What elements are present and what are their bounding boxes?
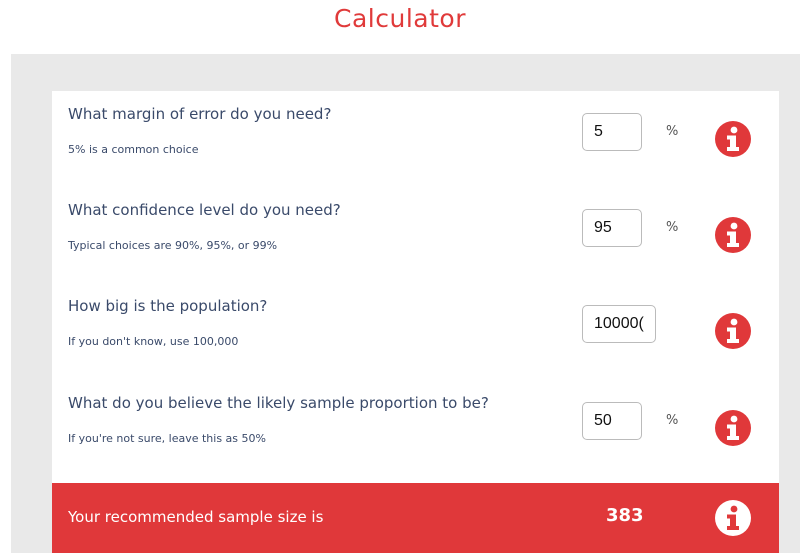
result-label: Your recommended sample size is <box>68 508 324 526</box>
question-label: What confidence level do you need? <box>68 201 341 219</box>
margin-of-error-input[interactable] <box>582 113 642 151</box>
info-icon[interactable] <box>715 217 751 253</box>
info-icon[interactable] <box>715 500 751 536</box>
population-row: How big is the population? If you don't … <box>52 283 779 373</box>
question-label: What do you believe the likely sample pr… <box>68 394 489 412</box>
sample-proportion-input[interactable] <box>582 402 642 440</box>
hint-text: If you don't know, use 100,000 <box>68 335 239 348</box>
percent-unit: % <box>666 220 679 235</box>
percent-unit: % <box>666 413 679 428</box>
calculator-panel: What margin of error do you need? 5% is … <box>52 91 779 483</box>
population-input[interactable] <box>582 305 656 343</box>
percent-unit: % <box>666 124 679 139</box>
question-label: What margin of error do you need? <box>68 105 332 123</box>
sample-proportion-row: What do you believe the likely sample pr… <box>52 380 779 470</box>
page-title: Calculator <box>334 4 466 33</box>
result-bar: Your recommended sample size is 383 <box>52 483 779 553</box>
info-icon[interactable] <box>715 313 751 349</box>
margin-of-error-row: What margin of error do you need? 5% is … <box>52 91 779 181</box>
hint-text: If you're not sure, leave this as 50% <box>68 432 266 445</box>
confidence-level-row: What confidence level do you need? Typic… <box>52 187 779 277</box>
hint-text: Typical choices are 90%, 95%, or 99% <box>68 239 278 252</box>
info-icon[interactable] <box>715 121 751 157</box>
sample-size-value: 383 <box>606 505 644 526</box>
confidence-level-input[interactable] <box>582 209 642 247</box>
question-label: How big is the population? <box>68 297 268 315</box>
hint-text: 5% is a common choice <box>68 143 199 156</box>
info-icon[interactable] <box>715 410 751 446</box>
